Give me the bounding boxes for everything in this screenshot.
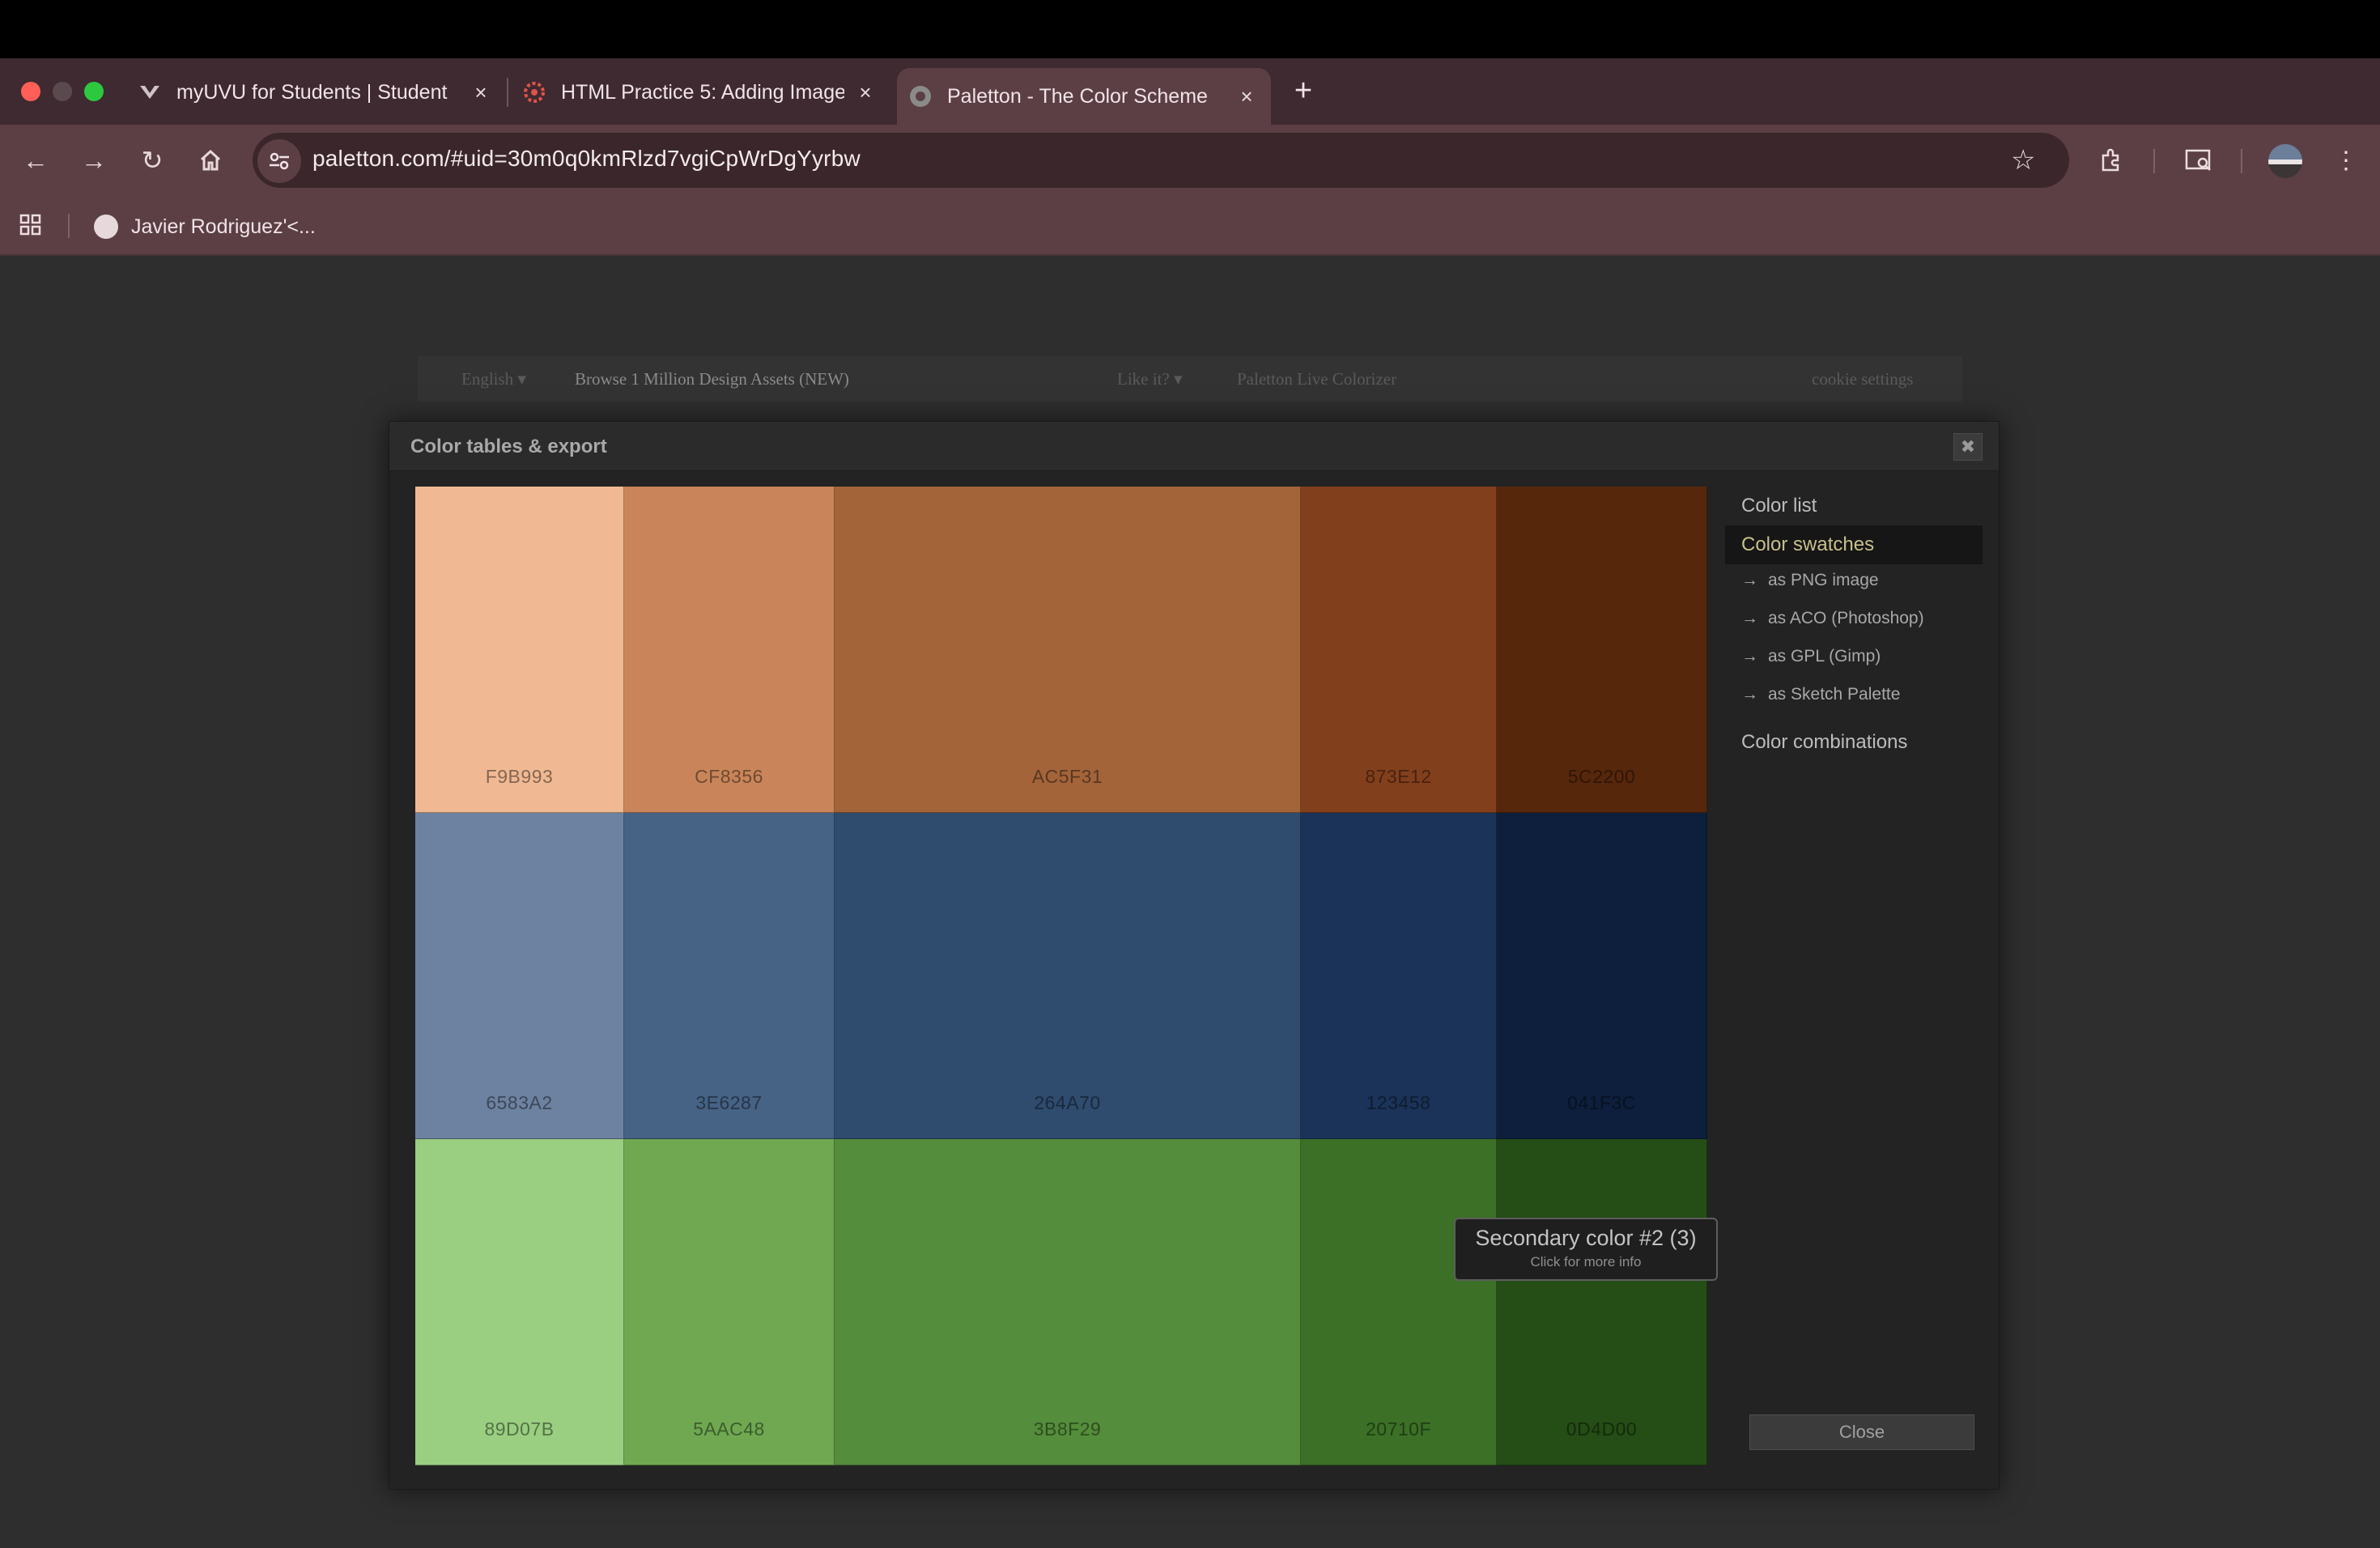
- color-swatch[interactable]: 20710F: [1301, 1139, 1497, 1465]
- swatch-hex-label: 89D07B: [484, 1418, 555, 1440]
- bookmark-star-icon[interactable]: ☆: [2011, 144, 2035, 176]
- modal-title: Color tables & export: [410, 436, 607, 457]
- export-png-link[interactable]: → as PNG image: [1725, 564, 1983, 597]
- swatch-hex-label: 041F3C: [1567, 1092, 1636, 1113]
- tab-title: Paletton - The Color Scheme: [947, 84, 1208, 108]
- forward-arrow-icon[interactable]: →: [76, 142, 112, 178]
- extensions-icon[interactable]: [2093, 142, 2129, 178]
- language-menu[interactable]: English ▾: [461, 369, 526, 389]
- tab-html-practice[interactable]: HTML Practice 5: Adding Image ×: [522, 68, 878, 117]
- modal-header: Color tables & export ✖: [389, 422, 1999, 471]
- site-navigation: English ▾ Browse 1 Million Design Assets…: [418, 356, 1962, 402]
- swatch-hex-label: 3E6287: [695, 1092, 763, 1113]
- tab-close-icon[interactable]: ×: [468, 79, 494, 105]
- color-swatch[interactable]: 5C2200: [1497, 487, 1707, 813]
- color-tooltip: Secondary color #2 (3) Click for more in…: [1454, 1218, 1718, 1281]
- export-aco-link[interactable]: → as ACO (Photoshop): [1725, 602, 1983, 635]
- color-swatch[interactable]: 0D4D00: [1497, 1139, 1707, 1465]
- toolbar-divider: [2241, 149, 2242, 173]
- swatch-hex-label: AC5F31: [1031, 766, 1103, 787]
- color-swatch[interactable]: 123458: [1301, 813, 1497, 1139]
- uvu-icon: [138, 80, 162, 104]
- swatch-hex-label: 6583A2: [486, 1092, 553, 1113]
- like-menu[interactable]: Like it? ▾: [1117, 369, 1183, 389]
- tab-myuvu[interactable]: myUVU for Students | Student ×: [138, 68, 494, 117]
- bookmarks-divider: [68, 214, 70, 238]
- cookie-settings-link[interactable]: cookie settings: [1812, 369, 1913, 389]
- close-button[interactable]: Close: [1749, 1414, 1974, 1450]
- swatch-hex-label: 0D4D00: [1566, 1418, 1638, 1440]
- url-text[interactable]: paletton.com/#uid=30m0q0kmRlzd7vgiCpWrDg…: [312, 146, 861, 172]
- color-swatch[interactable]: CF8356: [624, 487, 835, 813]
- tab-search-icon[interactable]: [2181, 142, 2216, 178]
- color-tables-modal: Color tables & export ✖ F9B993 CF8356 AC5F…: [389, 421, 2000, 1490]
- swatch-hex-label: 3B8F29: [1033, 1418, 1102, 1440]
- window-zoom-button[interactable]: [84, 82, 104, 101]
- export-gpl-link[interactable]: → as GPL (Gimp): [1725, 640, 1983, 673]
- arrow-right-icon: →: [1741, 609, 1758, 627]
- color-combinations-link[interactable]: Color combinations: [1725, 723, 1983, 762]
- swatch-hex-label: 5AAC48: [693, 1418, 765, 1440]
- site-info-icon[interactable]: [257, 139, 301, 183]
- color-swatch[interactable]: 6583A2: [415, 813, 624, 1139]
- bookmark-label: Javier Rodriguez'<...: [131, 215, 316, 238]
- color-swatch[interactable]: 264A70: [835, 813, 1301, 1139]
- color-list-link[interactable]: Color list: [1725, 487, 1983, 525]
- apps-grid-icon[interactable]: [18, 212, 44, 238]
- tab-title: myUVU for Students | Student: [176, 80, 448, 104]
- browser-menu-icon[interactable]: ⋮: [2328, 142, 2364, 178]
- arrow-right-icon: →: [1741, 571, 1758, 589]
- swatch-hex-label: 873E12: [1365, 766, 1432, 787]
- swatch-hex-label: 123458: [1366, 1092, 1431, 1113]
- swatch-hex-label: 5C2200: [1567, 766, 1636, 787]
- colorizer-link[interactable]: Paletton Live Colorizer: [1237, 369, 1396, 389]
- new-tab-button[interactable]: +: [1287, 74, 1320, 108]
- globe-icon: [94, 215, 118, 239]
- swatch-hex-label: F9B993: [485, 766, 554, 787]
- tab-close-icon[interactable]: ×: [1234, 83, 1260, 109]
- tab-paletton[interactable]: Paletton - The Color Scheme ×: [897, 68, 1271, 125]
- color-swatch[interactable]: 3B8F29: [835, 1139, 1301, 1465]
- assets-link[interactable]: Browse 1 Million Design Assets (NEW): [575, 369, 849, 389]
- color-swatch-grid: F9B993 CF8356 AC5F31 873E12 5C2200 6583A2 3E62…: [415, 487, 1707, 1465]
- color-swatch[interactable]: F9B993: [415, 487, 624, 813]
- tab-close-icon[interactable]: ×: [852, 79, 878, 105]
- window-minimize-button[interactable]: [53, 82, 72, 101]
- tab-title: HTML Practice 5: Adding Image: [561, 80, 844, 104]
- color-swatches-link[interactable]: Color swatches: [1725, 525, 1983, 564]
- arrow-right-icon: →: [1741, 647, 1758, 666]
- color-swatch[interactable]: 3E6287: [624, 813, 835, 1139]
- color-swatch[interactable]: 89D07B: [415, 1139, 624, 1465]
- tab-divider: [507, 78, 508, 107]
- arrow-right-icon: →: [1741, 685, 1758, 704]
- toolbar-divider: [2153, 149, 2155, 173]
- home-icon[interactable]: [193, 142, 228, 178]
- tooltip-title: Secondary color #2 (3): [1475, 1226, 1697, 1250]
- color-swatch[interactable]: 5AAC48: [624, 1139, 835, 1465]
- color-swatch[interactable]: 041F3C: [1497, 813, 1707, 1139]
- top-black-bar: [0, 0, 2380, 58]
- color-swatch[interactable]: AC5F31: [835, 487, 1301, 813]
- bookmark-item[interactable]: Javier Rodriguez'<...: [94, 212, 316, 241]
- export-sketch-link[interactable]: → as Sketch Palette: [1725, 678, 1983, 711]
- canvas-icon: [522, 80, 546, 104]
- modal-close-icon[interactable]: ✖: [1953, 433, 1983, 461]
- tooltip-subtitle: Click for more info: [1530, 1254, 1642, 1269]
- color-swatch[interactable]: 873E12: [1301, 487, 1497, 813]
- swatch-hex-label: 20710F: [1365, 1418, 1431, 1440]
- swatch-hex-label: CF8356: [695, 766, 763, 787]
- swatch-hex-label: 264A70: [1034, 1092, 1101, 1113]
- profile-avatar[interactable]: [2268, 144, 2302, 178]
- back-arrow-icon[interactable]: ←: [18, 142, 53, 178]
- paletton-icon: [908, 84, 933, 108]
- window-close-button[interactable]: [21, 82, 40, 101]
- bookmarks-bar: [0, 196, 2380, 256]
- reload-icon[interactable]: ↻: [134, 142, 170, 178]
